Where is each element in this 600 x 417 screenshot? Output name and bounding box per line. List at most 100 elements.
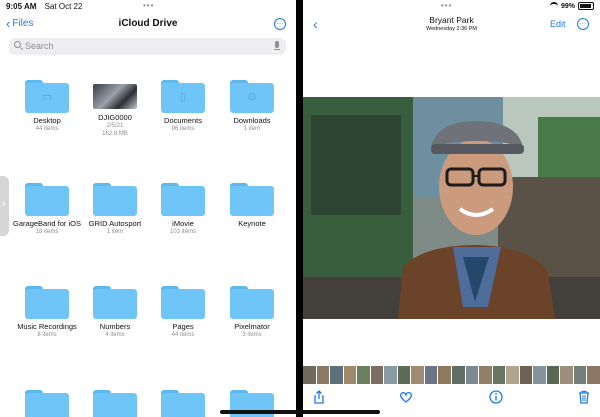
trash-icon[interactable] [577, 390, 591, 404]
filmstrip-thumbnail[interactable] [519, 366, 533, 384]
photo-filmstrip[interactable] [303, 366, 600, 384]
chevron-right-icon: › [2, 198, 6, 210]
edit-button[interactable]: Edit [550, 19, 566, 29]
filmstrip-thumbnail[interactable] [506, 366, 519, 384]
ellipsis-circle-icon[interactable]: … [577, 18, 589, 30]
wifi-icon [549, 2, 558, 10]
multitasking-dots-icon[interactable]: ••• [441, 1, 452, 10]
share-icon[interactable] [312, 390, 326, 404]
folder-glyph: ▯ [179, 91, 187, 103]
item-name: Numbers [99, 322, 131, 331]
battery-percent: 99% [560, 2, 575, 10]
folder-icon [161, 390, 205, 417]
folder-icon [230, 183, 274, 216]
item-name: Music Recordings [17, 322, 77, 331]
filmstrip-thumbnail[interactable] [492, 366, 506, 384]
filmstrip-thumbnail[interactable] [479, 366, 492, 384]
filmstrip-thumbnail[interactable] [384, 366, 397, 384]
slide-over-handle[interactable]: › [0, 176, 9, 236]
filmstrip-thumbnail[interactable] [452, 366, 465, 384]
folder-item[interactable]: GarageBand for iOS 18 items [12, 183, 82, 236]
filmstrip-thumbnail[interactable] [343, 366, 357, 384]
filmstrip-thumbnail[interactable] [546, 366, 560, 384]
item-name: Pixelmator [234, 322, 270, 331]
info-icon[interactable] [489, 390, 503, 404]
folder-item[interactable]: iMovie 103 items [148, 183, 218, 236]
filmstrip-thumbnail[interactable] [587, 366, 600, 384]
filmstrip-thumbnail[interactable] [465, 366, 479, 384]
filmstrip-thumbnail[interactable] [438, 366, 452, 384]
search-icon [14, 41, 21, 48]
status-bar-right: 99% [549, 2, 594, 10]
folder-icon [25, 390, 69, 417]
item-meta: 3 items [242, 332, 262, 338]
folder-item[interactable]: Pixelmator 3 items [217, 286, 287, 339]
search-field[interactable]: Search [9, 38, 286, 55]
filmstrip-thumbnail[interactable] [397, 366, 411, 384]
microphone-icon[interactable] [274, 41, 280, 50]
filmstrip-thumbnail[interactable] [560, 366, 573, 384]
item-meta: 4 items [105, 332, 125, 338]
filmstrip-thumbnail[interactable] [533, 366, 546, 384]
folder-item[interactable]: Numbers 4 items [80, 286, 150, 339]
status-bar-left: 9:05 AM Sat Oct 22 [6, 2, 88, 11]
folder-item[interactable]: ▯ Documents 86 items [148, 80, 218, 133]
folder-item[interactable]: GRID Autosport 1 item [80, 183, 150, 236]
search-placeholder: Search [25, 41, 54, 51]
folder-icon [93, 390, 137, 417]
item-meta: 86 items [171, 126, 195, 132]
filmstrip-thumbnail[interactable] [370, 366, 384, 384]
item-size: 162.8 MB [102, 131, 128, 137]
file-item[interactable]: DJIG0000 2/5/21 162.8 MB [80, 80, 150, 138]
item-meta: 18 items [35, 229, 59, 235]
folder-item[interactable]: ▭ Desktop 44 items [12, 80, 82, 133]
item-meta: 1 item [243, 126, 261, 132]
home-indicator[interactable] [220, 410, 380, 414]
folder-icon: ▯ [161, 80, 205, 113]
folder-glyph: ⊙ [247, 91, 257, 103]
battery-icon [578, 2, 594, 10]
item-name: Keynote [238, 219, 266, 228]
folder-icon [25, 183, 69, 216]
filmstrip-thumbnail[interactable] [316, 366, 330, 384]
photo-viewer[interactable] [303, 97, 600, 319]
folder-item[interactable]: Pages 44 items [148, 286, 218, 339]
item-meta: 44 items [171, 332, 195, 338]
folder-icon [161, 183, 205, 216]
filmstrip-thumbnail[interactable] [330, 366, 343, 384]
item-name: GarageBand for iOS [13, 219, 81, 228]
folder-icon [161, 286, 205, 319]
item-name: Pages [172, 322, 194, 331]
item-meta: 2/5/21 [106, 123, 124, 129]
photo-image [303, 97, 600, 319]
folder-item[interactable] [80, 390, 150, 417]
item-name: Documents [164, 116, 202, 125]
folder-icon [230, 286, 274, 319]
ellipsis-circle-icon[interactable]: … [274, 18, 286, 30]
item-name: Downloads [233, 116, 271, 125]
folder-item[interactable]: Keynote [217, 183, 287, 228]
folder-icon [93, 286, 137, 319]
filmstrip-thumbnail[interactable] [357, 366, 370, 384]
multitasking-dots-icon[interactable]: ••• [143, 1, 154, 10]
folder-item[interactable]: Music Recordings 8 items [12, 286, 82, 339]
heart-icon[interactable] [399, 390, 413, 404]
filmstrip-thumbnail[interactable] [424, 366, 438, 384]
filmstrip-thumbnail[interactable] [573, 366, 587, 384]
folder-item[interactable] [12, 390, 82, 417]
filmstrip-thumbnail[interactable] [303, 366, 316, 384]
files-app-pane: 9:05 AM Sat Oct 22 ••• ‹ Files iCloud Dr… [0, 0, 296, 417]
item-meta: 1 item [106, 229, 124, 235]
filmstrip-thumbnail[interactable] [411, 366, 424, 384]
item-name: DJIG0000 [98, 113, 132, 122]
item-name: GRID Autosport [88, 219, 142, 228]
folder-item[interactable] [148, 390, 218, 417]
item-meta: 44 items [35, 126, 59, 132]
folder-glyph: ▭ [41, 91, 53, 103]
status-date: Sat Oct 22 [44, 2, 83, 11]
photos-navigation-bar: ‹ Bryant Park Wednesday 2:36 PM Edit … [303, 14, 600, 36]
folder-icon [25, 286, 69, 319]
folder-icon: ⊙ [230, 80, 274, 113]
folder-item[interactable]: ⊙ Downloads 1 item [217, 80, 287, 133]
split-view-divider[interactable] [296, 0, 303, 417]
